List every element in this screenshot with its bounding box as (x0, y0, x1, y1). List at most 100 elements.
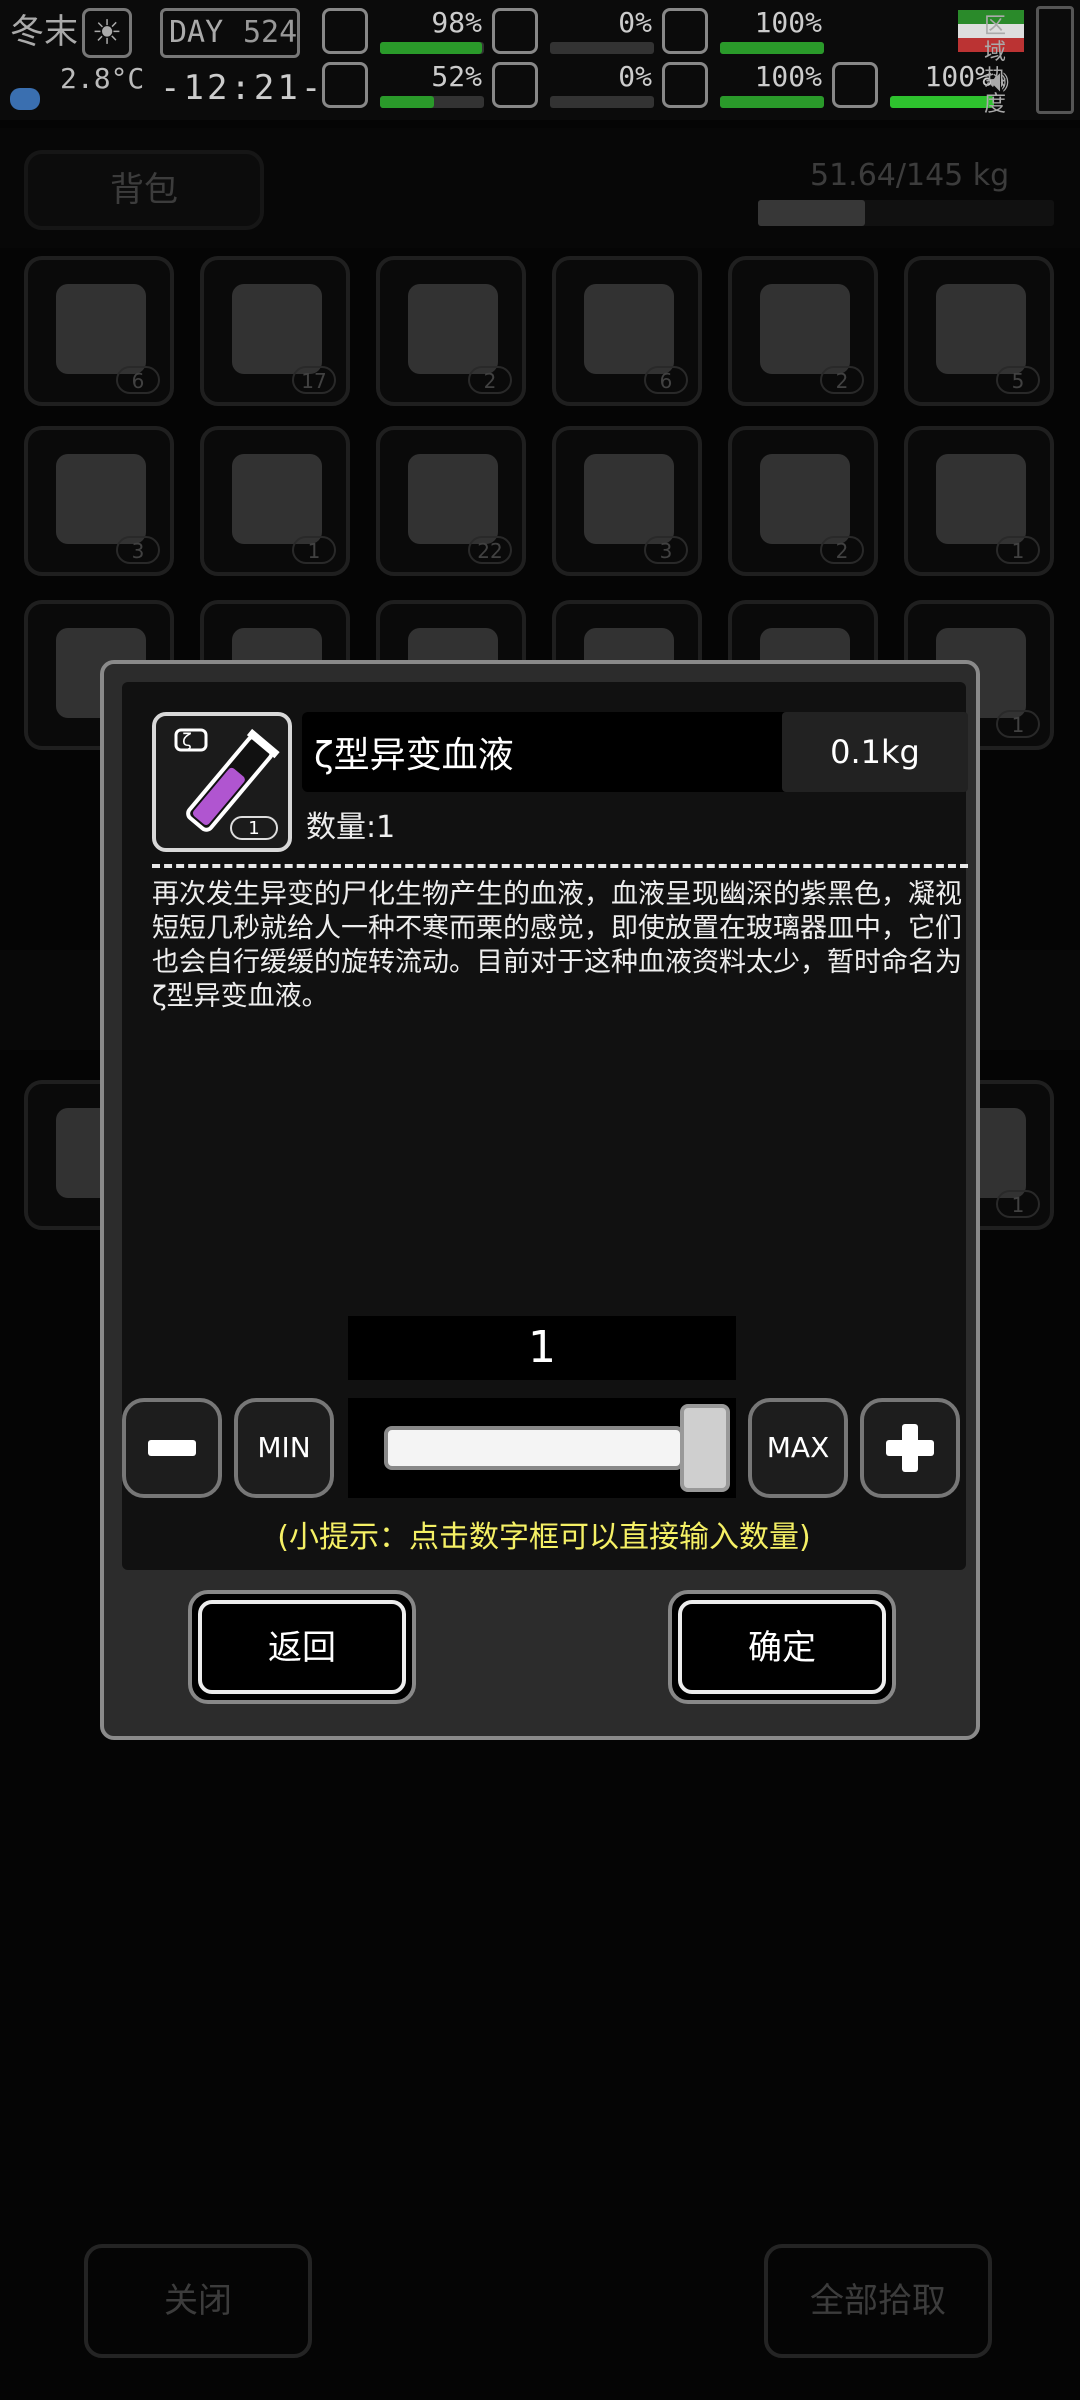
confirm-button[interactable]: 确定 (668, 1590, 896, 1704)
item-thumbnail-icon (232, 454, 322, 544)
vial-label: ζ (182, 730, 192, 751)
item-count-badge: 1 (230, 816, 278, 840)
slot-count: 1 (996, 536, 1040, 564)
inventory-slot[interactable]: 1 (904, 426, 1054, 576)
day-number: 524 (243, 15, 298, 50)
slider-handle[interactable] (680, 1404, 730, 1492)
season-label: 冬末 (10, 12, 78, 52)
item-thumbnail-icon (584, 454, 674, 544)
inventory-slot[interactable]: 3 (552, 426, 702, 576)
bag-weight: 51.64/145 kg (810, 158, 1010, 193)
stat-value: 98% (431, 6, 482, 39)
item-thumbnail-icon (936, 454, 1026, 544)
bag-tab[interactable]: 背包 (24, 150, 264, 230)
stat-blood-drop: 0% (492, 60, 660, 114)
quantity-slider[interactable] (348, 1398, 736, 1498)
slot-count: 1 (996, 1190, 1040, 1218)
inventory-slot[interactable]: 22 (376, 426, 526, 576)
item-thumbnail-icon (56, 454, 146, 544)
back-label: 返回 (198, 1600, 406, 1694)
inventory-slot[interactable]: 17 (200, 256, 350, 406)
sun-icon: ☀ (82, 8, 132, 58)
slot-count: 1 (292, 536, 336, 564)
item-thumbnail-icon (408, 284, 498, 374)
stat-head: 100% (662, 6, 830, 60)
item-weight: 0.1kg (782, 712, 968, 792)
stat-value: 100% (924, 60, 992, 93)
heart-icon (662, 62, 708, 108)
stat-value: 52% (431, 60, 482, 93)
slot-count: 2 (468, 366, 512, 394)
stat-runner: 100% (832, 60, 1000, 114)
item-thumbnail-icon (760, 454, 850, 544)
runner-icon (832, 62, 878, 108)
clock: -12:21- (160, 68, 325, 108)
item-name-box: ζ型异变血液 (302, 712, 790, 792)
confirm-label: 确定 (678, 1600, 886, 1694)
quantity-input[interactable]: 1 (348, 1316, 736, 1380)
quantity-label: 数量:1 (306, 810, 396, 845)
item-thumbnail-icon (760, 284, 850, 374)
stat-bar (550, 42, 654, 54)
minus-icon (148, 1440, 196, 1456)
item-thumbnail-icon (584, 284, 674, 374)
stat-heart: 100% (662, 60, 830, 114)
slot-count: 22 (468, 536, 512, 564)
item-thumbnail-icon (56, 284, 146, 374)
slot-count: 2 (820, 536, 864, 564)
medkit-icon (322, 8, 368, 54)
item-name: ζ型异变血液 (314, 735, 514, 776)
increase-button[interactable] (860, 1398, 960, 1498)
inventory-slot[interactable]: 3 (24, 426, 174, 576)
blood-drop-icon (492, 62, 538, 108)
back-button[interactable]: 返回 (188, 1590, 416, 1704)
item-thumbnail-icon (408, 454, 498, 544)
inventory-slot[interactable]: 6 (552, 256, 702, 406)
max-button[interactable]: MAX (748, 1398, 848, 1498)
speaker-icon[interactable]: 🔊︎ (990, 64, 1009, 99)
inventory-slot[interactable]: 2 (728, 256, 878, 406)
slot-count: 1 (996, 710, 1040, 738)
stat-bar (550, 96, 654, 108)
stat-value: 100% (754, 6, 822, 39)
slot-count: 6 (116, 366, 160, 394)
item-dialog: ζ 1 ζ型异变血液 0.1kg 数量:1 再次发生异变的尸化生物产生的血液，血… (100, 660, 980, 1740)
item-description: 再次发生异变的尸化生物产生的血液，血液呈现幽深的紫黑色，凝视短短几秒就给人一种不… (152, 879, 962, 1012)
slot-count: 6 (644, 366, 688, 394)
inventory-slot[interactable]: 6 (24, 256, 174, 406)
head-icon (662, 8, 708, 54)
slot-count: 3 (644, 536, 688, 564)
item-thumbnail-icon (232, 284, 322, 374)
divider (152, 864, 968, 868)
inventory-slot[interactable]: 1 (200, 426, 350, 576)
bag-header: 背包 51.64/145 kg (0, 128, 1080, 248)
item-thumbnail-icon (936, 284, 1026, 374)
pickup-all-button[interactable]: 全部拾取 (764, 2244, 992, 2358)
stat-value: 100% (754, 60, 822, 93)
brain-icon (322, 62, 368, 108)
inventory-slot[interactable]: 2 (376, 256, 526, 406)
inventory-slot[interactable]: 2 (728, 426, 878, 576)
day-label: DAY (169, 15, 224, 50)
min-button[interactable]: MIN (234, 1398, 334, 1498)
slot-count: 2 (820, 366, 864, 394)
slot-count: 17 (292, 366, 336, 394)
stat-brain: 52% (322, 60, 490, 114)
hint-text: (小提示：点击数字框可以直接输入数量) (277, 1520, 811, 1555)
blood-vial-icon: ζ 1 (152, 712, 292, 852)
close-button[interactable]: 关闭 (84, 2244, 312, 2358)
stat-value: 0% (618, 6, 652, 39)
day-counter: DAY 524 (160, 8, 300, 58)
stat-stomach: 0% (492, 6, 660, 60)
status-hud: 冬末 ☀ DAY 524 2.8°C -12:21- 98% 0% 100% 52% 0… (0, 0, 1080, 120)
stat-bar (720, 42, 824, 54)
slot-count: 5 (996, 366, 1040, 394)
slider-bar (384, 1426, 684, 1470)
stomach-icon (492, 8, 538, 54)
stat-bar (380, 96, 484, 108)
decrease-button[interactable] (122, 1398, 222, 1498)
stat-value: 0% (618, 60, 652, 93)
stat-medkit: 98% (322, 6, 490, 60)
inventory-slot[interactable]: 5 (904, 256, 1054, 406)
heat-meter (1036, 6, 1074, 114)
